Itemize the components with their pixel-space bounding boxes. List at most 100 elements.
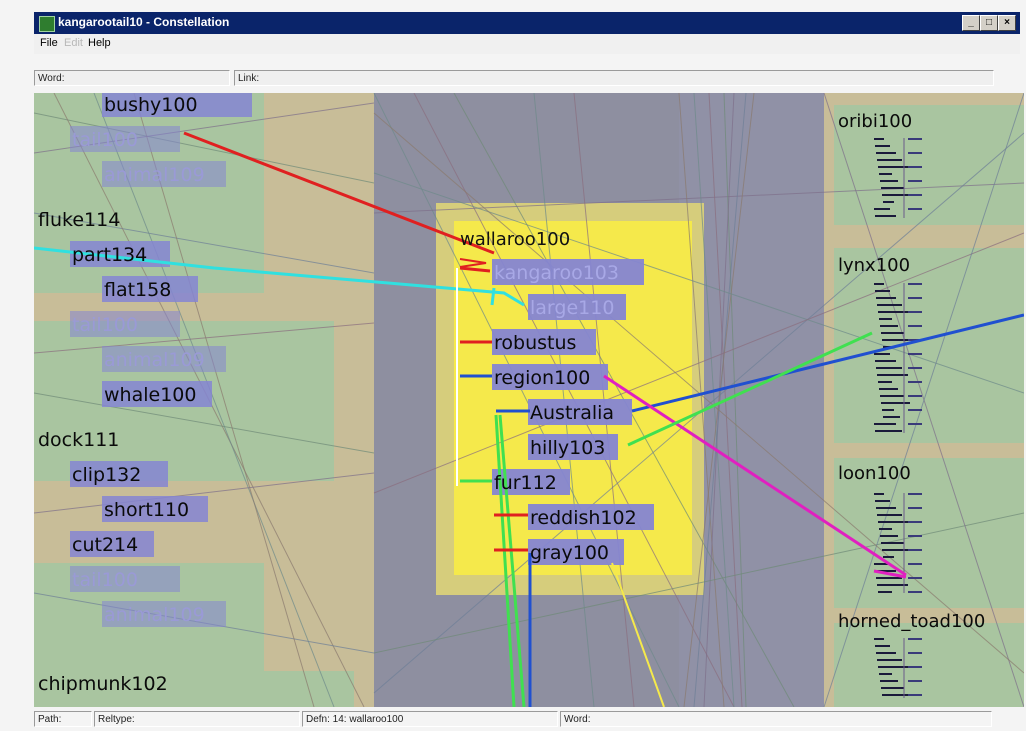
mini-node-mark [880, 395, 904, 397]
node-gray100[interactable]: gray100 [530, 542, 609, 564]
node-cut214[interactable]: cut214 [72, 534, 138, 556]
maximize-button[interactable]: □ [980, 15, 998, 31]
word-field[interactable]: Word: [34, 70, 230, 86]
node-reddish102[interactable]: reddish102 [530, 507, 637, 529]
node-hilly103[interactable]: hilly103 [530, 437, 605, 459]
mini-node-mark [876, 577, 902, 579]
link-large-stub [490, 287, 496, 306]
node-chipmunk102[interactable]: chipmunk102 [38, 673, 168, 695]
mini-node-mark [908, 423, 922, 425]
node-part134[interactable]: part134 [72, 244, 147, 266]
node-clip132[interactable]: clip132 [72, 464, 141, 486]
node-region100[interactable]: region100 [494, 367, 590, 389]
status-word: Word: [560, 711, 992, 727]
node-whale100[interactable]: whale100 [104, 384, 196, 406]
mini-node-mark [880, 325, 898, 327]
menu-edit[interactable]: Edit [64, 37, 83, 49]
mini-node-mark [875, 500, 890, 502]
node-bushy100[interactable]: bushy100 [104, 94, 198, 116]
graph-svg[interactable]: bushy100 tail100 animal109 fluke114 part134 f… [34, 93, 1024, 707]
mini-node-mark [908, 325, 922, 327]
mini-node-mark [908, 563, 922, 565]
minimize-button[interactable]: _ [962, 15, 980, 31]
mini-node-mark [876, 367, 902, 369]
mini-node-mark [875, 360, 896, 362]
mini-node-mark [881, 687, 904, 689]
mini-node-mark [908, 297, 922, 299]
mini-node-mark [874, 283, 884, 285]
right-cluster-4 [834, 623, 1024, 707]
mini-node-mark [908, 521, 922, 523]
mini-node-mark [882, 694, 910, 696]
node-animal109[interactable]: animal109 [104, 604, 205, 626]
node-flat158[interactable]: flat158 [104, 279, 171, 301]
mini-node-mark [882, 409, 894, 411]
close-button[interactable]: × [998, 15, 1016, 31]
mini-node-mark [876, 507, 896, 509]
node-animal109[interactable]: animal109 [104, 164, 205, 186]
mini-node-mark [874, 208, 890, 210]
mini-node-mark [875, 145, 890, 147]
mini-node-mark [881, 542, 904, 544]
mini-node-mark [883, 416, 900, 418]
node-lynx100[interactable]: lynx100 [838, 255, 910, 276]
node-large110[interactable]: large110 [530, 297, 614, 319]
mini-node-mark [882, 549, 910, 551]
node-fur112[interactable]: fur112 [494, 472, 557, 494]
mini-node-mark [874, 138, 884, 140]
mini-node-mark [908, 694, 922, 696]
node-short110[interactable]: short110 [104, 499, 189, 521]
mini-node-mark [881, 187, 904, 189]
mini-node-mark [908, 311, 922, 313]
mini-node-mark [875, 645, 890, 647]
mini-node-mark [908, 591, 922, 593]
node-australia[interactable]: Australia [530, 402, 614, 424]
mini-node-mark [877, 304, 902, 306]
mini-node-mark [908, 208, 922, 210]
node-wallaroo100[interactable]: wallaroo100 [460, 229, 570, 250]
mini-node-mark [908, 549, 922, 551]
mini-node-mark [878, 381, 892, 383]
node-tail100[interactable]: tail100 [72, 314, 138, 336]
menu-bar: File Edit Help [34, 34, 1020, 54]
node-tail100[interactable]: tail100 [72, 129, 138, 151]
mini-node-mark [880, 680, 898, 682]
mini-node-mark [874, 638, 884, 640]
mini-node-mark [875, 290, 890, 292]
mini-node-mark [908, 680, 922, 682]
node-fluke114[interactable]: fluke114 [38, 209, 120, 231]
field-bar: Word: Link: [34, 69, 1020, 89]
mini-node-mark [874, 493, 884, 495]
mini-node-mark [877, 584, 908, 586]
constellation-canvas[interactable]: bushy100 tail100 animal109 fluke114 part134 f… [34, 93, 1024, 707]
status-reltype: Reltype: [94, 711, 300, 727]
mini-node-mark [880, 535, 898, 537]
mini-node-mark [883, 556, 894, 558]
node-robustus[interactable]: robustus [494, 332, 576, 354]
link-field[interactable]: Link: [234, 70, 994, 86]
mini-node-mark [874, 353, 890, 355]
mini-node-mark [908, 652, 922, 654]
mini-node-mark [878, 591, 892, 593]
node-tail100[interactable]: tail100 [72, 569, 138, 591]
menu-file[interactable]: File [40, 37, 58, 49]
mini-node-mark [908, 180, 922, 182]
mini-node-mark [908, 138, 922, 140]
mini-node-mark [908, 194, 922, 196]
node-horned-toad100[interactable]: horned_toad100 [838, 611, 985, 632]
mini-node-mark [908, 166, 922, 168]
node-oribi100[interactable]: oribi100 [838, 111, 912, 132]
node-dock111[interactable]: dock111 [38, 429, 119, 451]
node-animal109[interactable]: animal109 [104, 349, 205, 371]
mini-node-mark [908, 409, 922, 411]
node-kangaroo103[interactable]: kangaroo103 [494, 262, 619, 284]
mini-node-mark [908, 152, 922, 154]
mini-node-mark [908, 283, 922, 285]
menu-help[interactable]: Help [88, 37, 111, 49]
mini-node-mark [879, 388, 898, 390]
node-loon100[interactable]: loon100 [838, 463, 911, 484]
title-bar[interactable]: kangarootail10 - Constellation _ □ × [34, 12, 1020, 34]
mini-node-mark [908, 666, 922, 668]
mini-node-mark [908, 638, 922, 640]
mini-node-mark [877, 159, 902, 161]
